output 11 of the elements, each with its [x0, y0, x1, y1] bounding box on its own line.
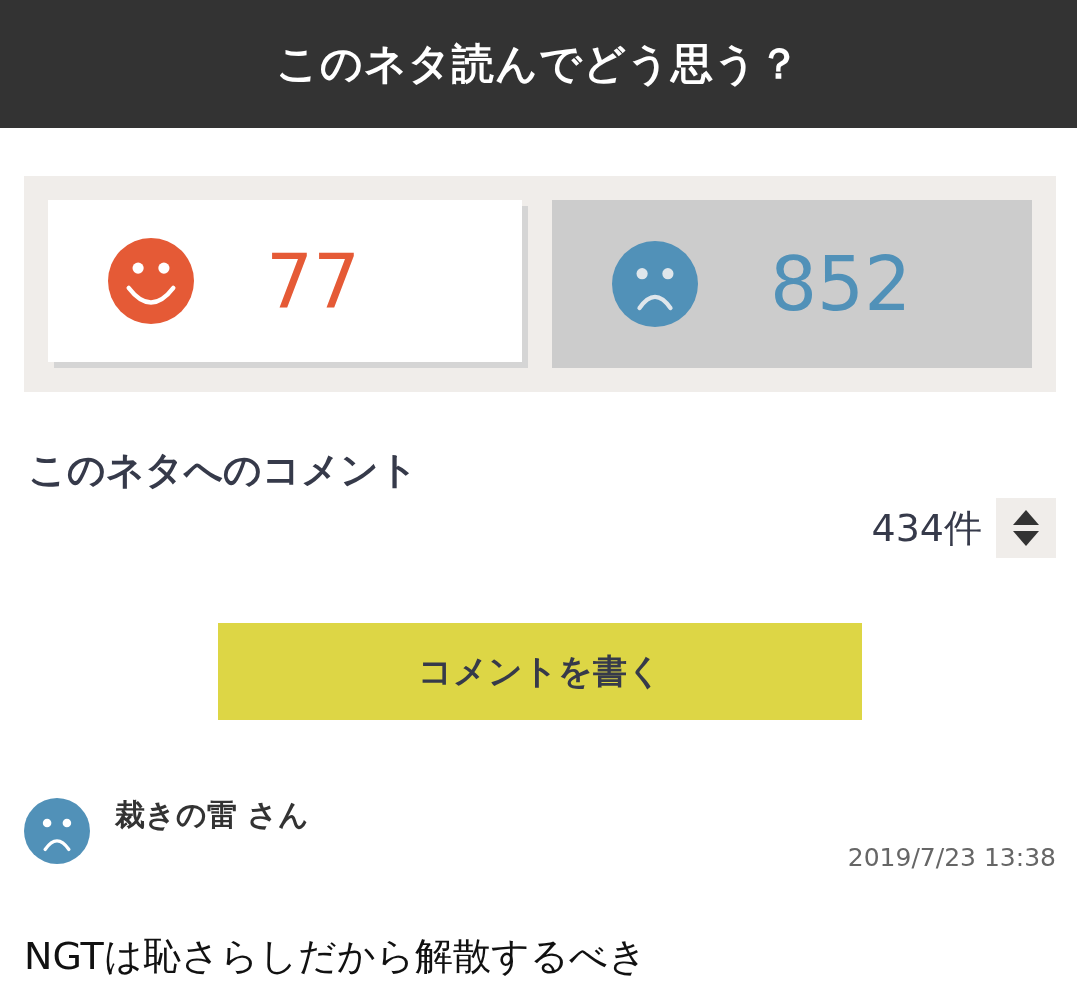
vote-button[interactable]: 852 [552, 200, 1032, 368]
write-comment-button[interactable]: コメントを書く [218, 623, 862, 720]
sort-button[interactable] [996, 498, 1056, 558]
page-title: このネタ読んでどう思う？ [276, 38, 801, 90]
comment-date: 2019/7/23 13:38 [847, 842, 1056, 874]
sad-face-icon [24, 798, 90, 864]
sort-icon [1012, 508, 1040, 548]
comment-count: 434件 [871, 505, 982, 552]
comment-text: NGTは恥さらしだから解散するべき [24, 933, 647, 980]
comment-author: 裁きの雷 さん [115, 796, 310, 834]
section-heading: このネタへのコメント [28, 447, 418, 494]
